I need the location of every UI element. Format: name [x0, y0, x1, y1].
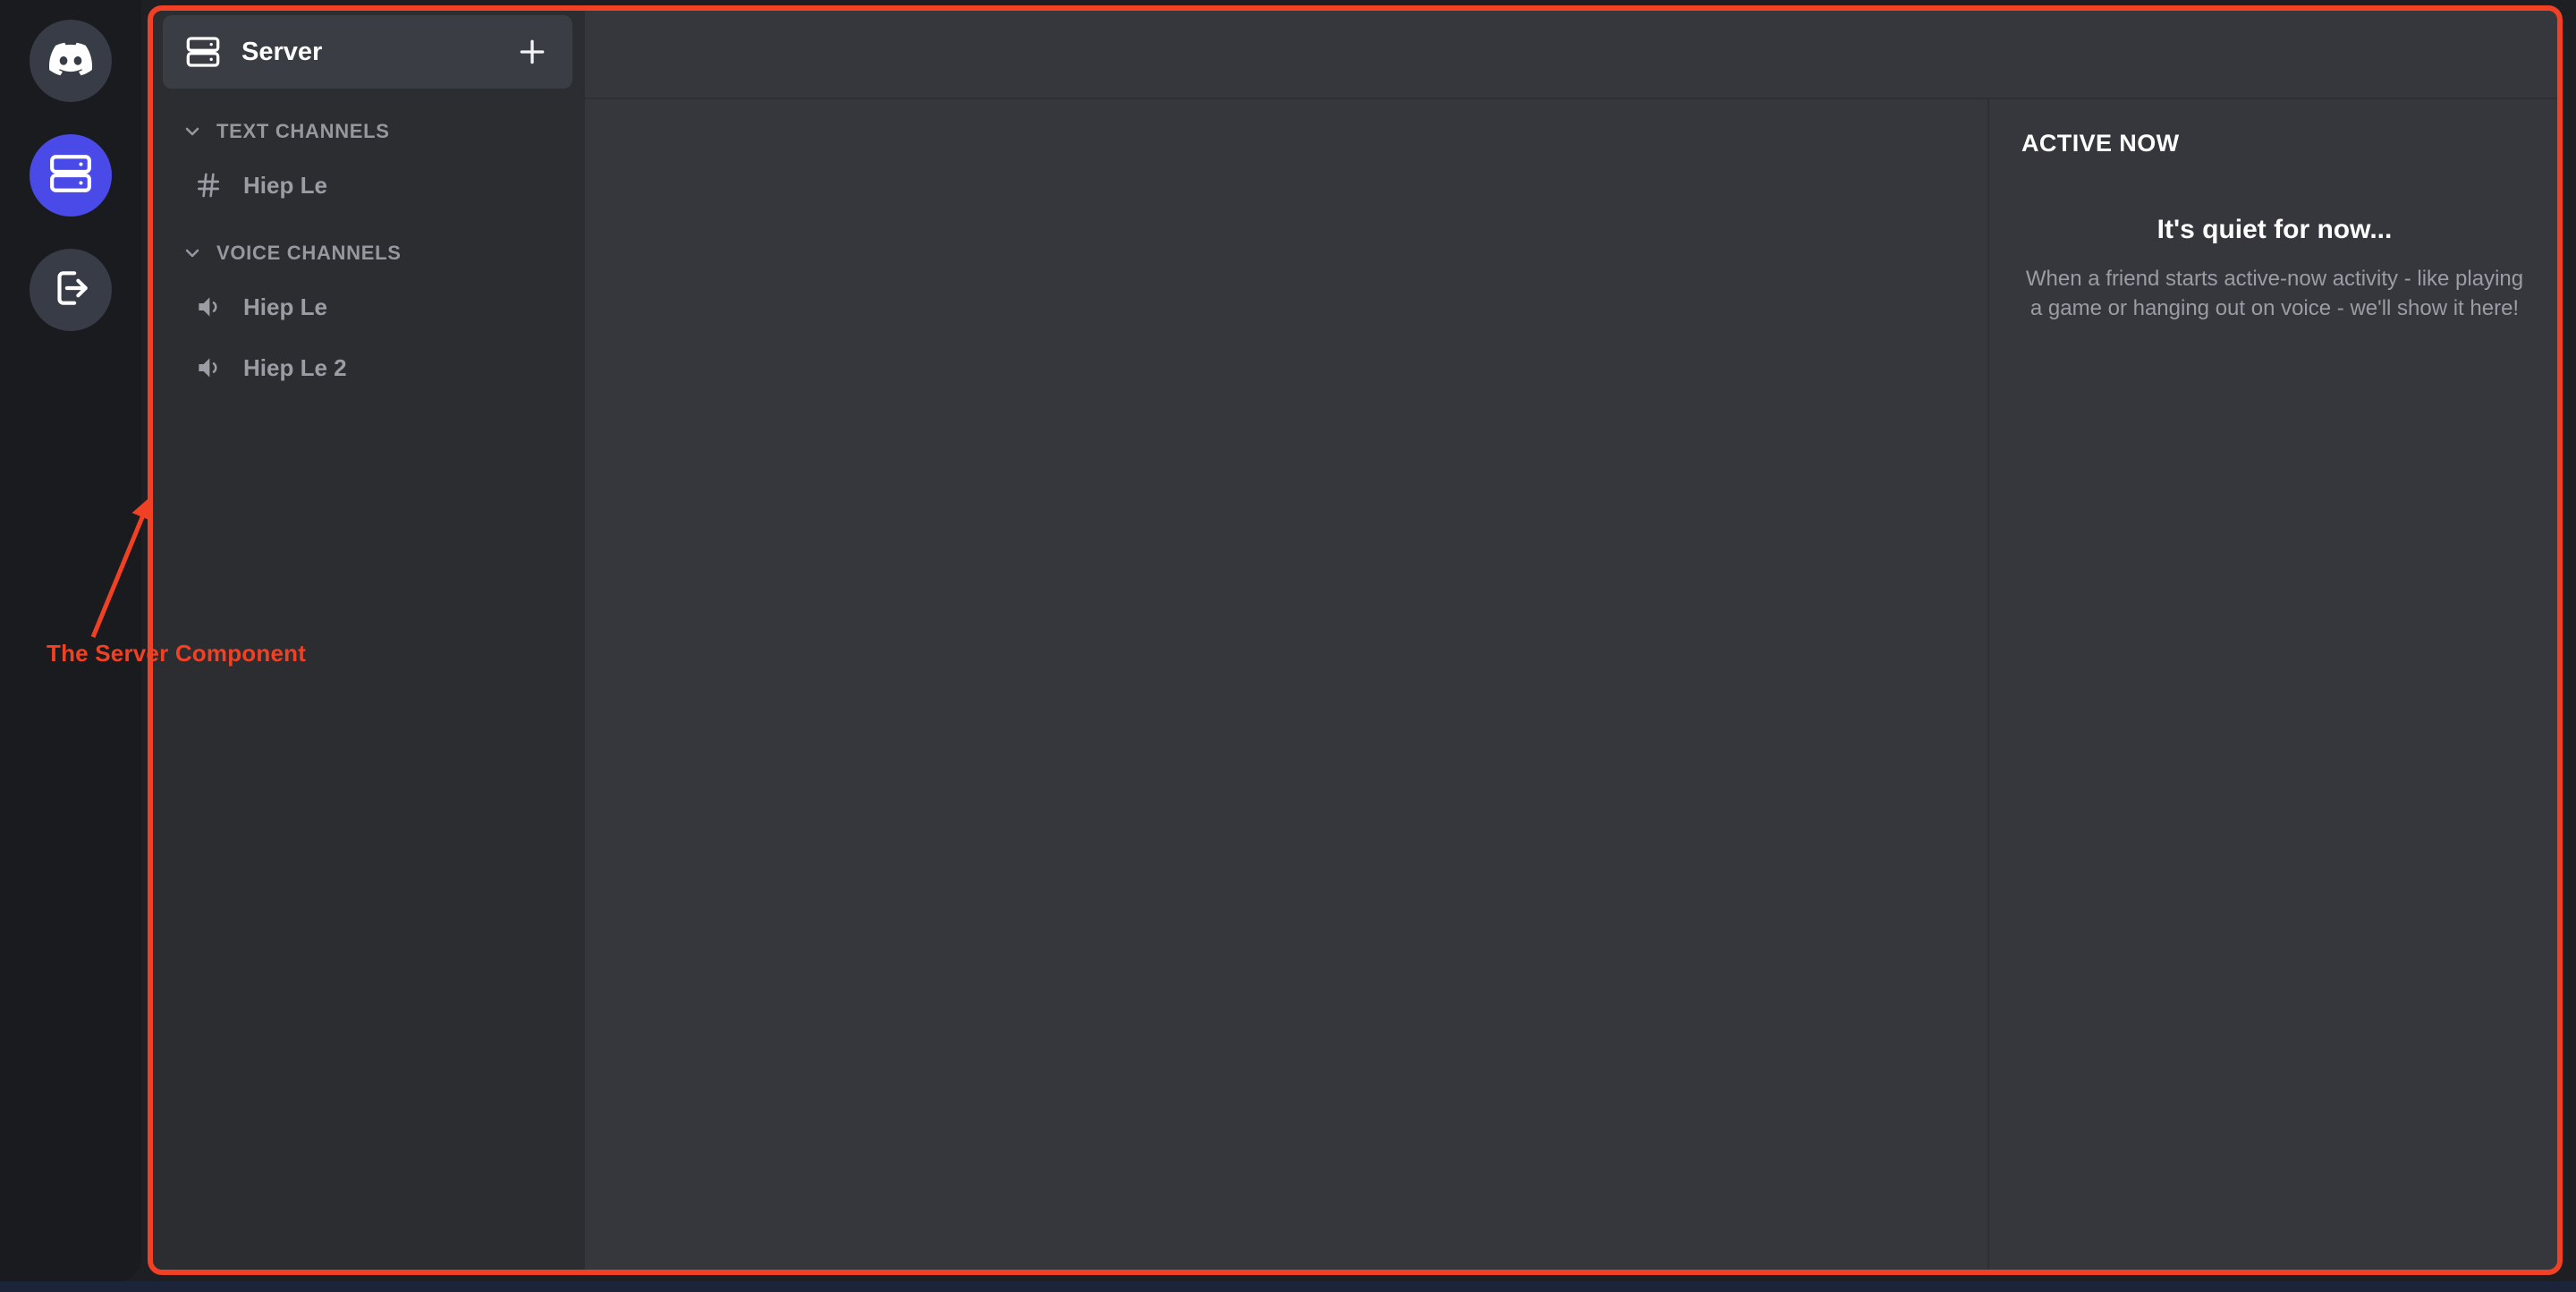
- rail-item-discord[interactable]: [30, 20, 112, 102]
- active-now-empty-title: It's quiet for now...: [2157, 215, 2393, 244]
- app-root: Server TEXT CHANNELS Hiep Le VOICE CHANN…: [0, 0, 2576, 1292]
- speaker-icon: [193, 353, 224, 383]
- hash-icon: [193, 170, 224, 200]
- category-label: VOICE CHANNELS: [216, 242, 402, 264]
- channel-label: Hiep Le 2: [243, 353, 347, 381]
- arrow-up-right-icon: [80, 492, 179, 644]
- category-label: TEXT CHANNELS: [216, 120, 390, 142]
- channel-label: Hiep Le: [243, 293, 327, 320]
- logout-icon: [48, 266, 93, 315]
- chevron-down-icon: [181, 120, 204, 143]
- channel-item-voice-hiep-le[interactable]: Hiep Le: [150, 282, 585, 332]
- category-text-channels[interactable]: TEXT CHANNELS: [150, 114, 585, 149]
- server-header[interactable]: Server: [163, 15, 572, 89]
- server-rack-icon: [184, 33, 222, 71]
- main-area: ACTIVE NOW It's quiet for now... When a …: [585, 8, 2560, 1272]
- channel-label: Hiep Le: [243, 171, 327, 199]
- main-topbar: [585, 8, 2560, 99]
- rail-item-server[interactable]: [30, 134, 112, 217]
- discord-logo-icon: [48, 38, 93, 85]
- speaker-icon: [193, 292, 224, 322]
- channel-item-text-hiep-le[interactable]: Hiep Le: [150, 160, 585, 210]
- active-now-panel: ACTIVE NOW It's quiet for now... When a …: [1987, 99, 2560, 1272]
- server-icon: [48, 151, 93, 200]
- active-now-empty-body: When a friend starts active-now activity…: [2025, 267, 2524, 320]
- chat-canvas: [585, 99, 1987, 1272]
- bottom-strip: [0, 1281, 2576, 1292]
- active-now-title: ACTIVE NOW: [2021, 130, 2180, 157]
- discord-window: Server TEXT CHANNELS Hiep Le VOICE CHANN…: [150, 8, 2560, 1272]
- main-body: ACTIVE NOW It's quiet for now... When a …: [585, 99, 2560, 1272]
- rail-item-logout[interactable]: [30, 249, 112, 331]
- chevron-down-icon: [181, 242, 204, 265]
- annotation-label: The Server Component: [47, 640, 307, 667]
- plus-icon[interactable]: [513, 33, 551, 71]
- server-name: Server: [242, 37, 323, 66]
- category-voice-channels[interactable]: VOICE CHANNELS: [150, 235, 585, 271]
- channel-item-voice-hiep-le-2[interactable]: Hiep Le 2: [150, 343, 585, 393]
